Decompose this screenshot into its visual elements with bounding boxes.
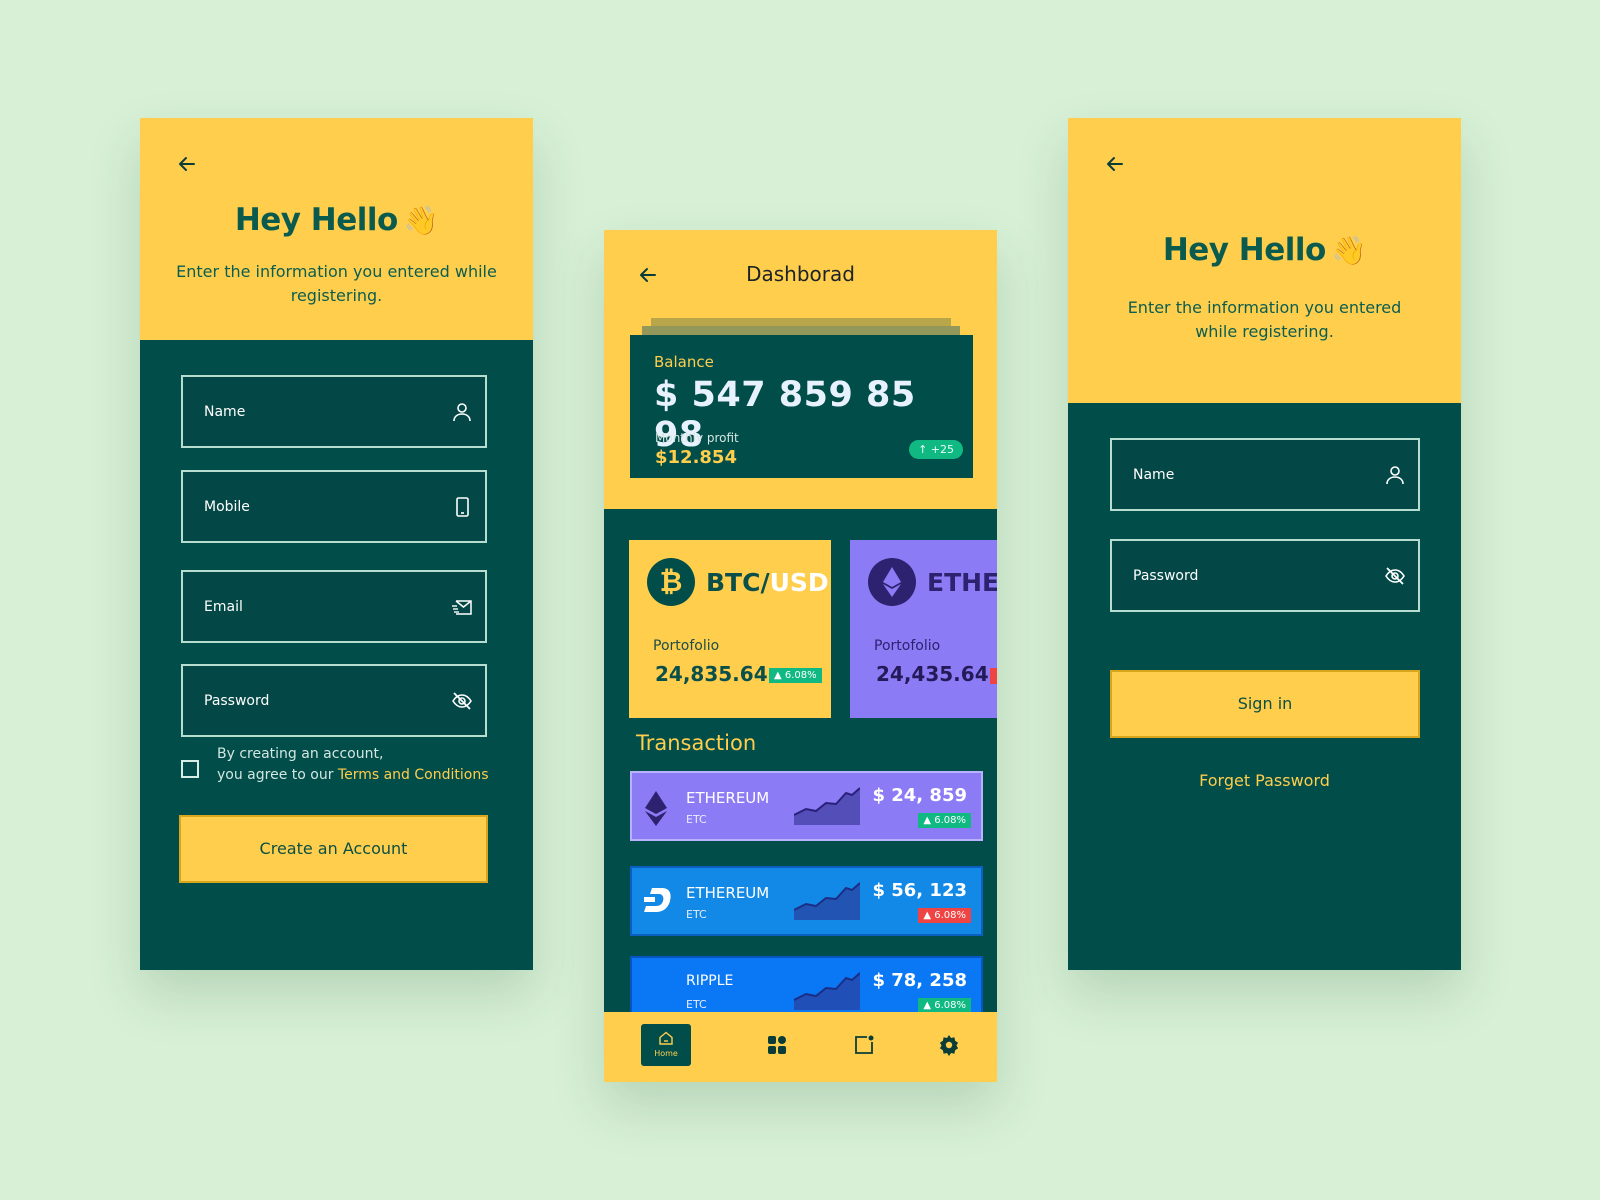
- balance-label: Balance: [654, 353, 714, 371]
- arrow-up-icon: ↑: [918, 443, 928, 456]
- coin-card-eth[interactable]: ETHER Portofolio 24,435.64: [850, 540, 997, 718]
- ethereum-icon: [642, 789, 670, 831]
- register-form: Name Mobile Email Password By creating a…: [140, 340, 533, 970]
- dashboard-body: ₿ BTC/USD Portofolio 24,835.64 ▲ 6.08% E…: [604, 509, 997, 1026]
- gear-icon: [938, 1034, 960, 1060]
- forgot-password-link[interactable]: Forget Password: [1068, 771, 1461, 790]
- sparkline-chart: [793, 785, 861, 829]
- nav-settings[interactable]: [925, 1024, 973, 1066]
- register-header: Hey Hello 👋 Enter the information you ent…: [140, 118, 533, 340]
- back-arrow-icon[interactable]: [176, 153, 198, 175]
- name-field[interactable]: Name: [1110, 438, 1420, 511]
- waving-hand-icon: 👋: [1331, 234, 1367, 267]
- phone-icon: [451, 496, 473, 518]
- email-field[interactable]: Email: [181, 570, 487, 643]
- name-field[interactable]: Name: [181, 375, 487, 448]
- coin-card-btc[interactable]: ₿ BTC/USD Portofolio 24,835.64 ▲ 6.08%: [629, 540, 831, 718]
- transaction-row[interactable]: ETHEREUM ETC $ 56, 123 ▲ 6.08%: [630, 866, 983, 936]
- coin-pair: ETHER: [927, 568, 997, 597]
- page-title: Dashborad: [746, 262, 855, 286]
- nav-apps[interactable]: [753, 1024, 801, 1066]
- bitcoin-icon: ₿: [647, 558, 695, 606]
- signin-form: Name Password Sign in Forget Password: [1068, 403, 1461, 970]
- page-title: Hey Hello 👋: [234, 202, 439, 238]
- profit-label: Monthly profit: [655, 431, 739, 445]
- eye-off-icon[interactable]: [1384, 565, 1406, 587]
- portfolio-change-badge: [990, 668, 997, 684]
- password-field[interactable]: Password: [1110, 539, 1420, 612]
- terms-checkbox[interactable]: [181, 760, 199, 778]
- portfolio-change-badge: ▲ 6.08%: [769, 668, 822, 683]
- profit-value: $12.854: [655, 447, 737, 468]
- portfolio-label: Portofolio: [653, 638, 720, 654]
- nav-notes[interactable]: [840, 1024, 888, 1066]
- sign-in-button[interactable]: Sign in: [1110, 670, 1420, 738]
- portfolio-value: 24,835.64: [655, 662, 768, 686]
- register-screen: Hey Hello 👋 Enter the information you ent…: [140, 118, 533, 970]
- dashboard-screen: Dashborad Balance $ 547 859 85 98 Monthl…: [604, 230, 997, 1082]
- profit-change-badge: ↑ +25: [909, 440, 963, 459]
- page-subtitle: Enter the information you entered while …: [1127, 298, 1402, 341]
- create-account-button[interactable]: Create an Account: [179, 815, 488, 883]
- signin-header: Hey Hello 👋 Enter the information you ent…: [1068, 118, 1461, 403]
- sparkline-chart: [793, 880, 861, 924]
- ethereum-icon: [868, 558, 916, 606]
- transaction-title: Transaction: [636, 731, 757, 755]
- dash-coin-icon: [642, 882, 674, 922]
- mobile-field[interactable]: Mobile: [181, 470, 487, 543]
- user-icon: [1384, 464, 1406, 486]
- nav-home[interactable]: Home: [641, 1024, 691, 1066]
- balance-card[interactable]: Balance $ 547 859 85 98 Monthly profit $…: [630, 335, 973, 478]
- bottom-nav: Home: [604, 1012, 997, 1082]
- waving-hand-icon: 👋: [403, 204, 439, 237]
- terms-link[interactable]: Terms and Conditions: [338, 767, 489, 783]
- portfolio-value: 24,435.64: [876, 662, 989, 686]
- note-icon: [854, 1035, 874, 1059]
- user-icon: [451, 401, 473, 423]
- password-field[interactable]: Password: [181, 664, 487, 737]
- mail-icon: [451, 596, 473, 618]
- portfolio-label: Portofolio: [874, 638, 941, 654]
- dashboard-header: Dashborad Balance $ 547 859 85 98 Monthl…: [604, 230, 997, 509]
- home-icon: [658, 1030, 674, 1050]
- eye-off-icon[interactable]: [451, 690, 473, 712]
- page-subtitle: Enter the information you entered while …: [176, 262, 497, 305]
- grid-icon: [767, 1035, 787, 1059]
- sparkline-chart: [793, 970, 861, 1014]
- signin-screen: Hey Hello 👋 Enter the information you ent…: [1068, 118, 1461, 970]
- terms-text: By creating an account, you agree to our…: [217, 746, 489, 783]
- transaction-row[interactable]: ETHEREUM ETC $ 24, 859 ▲ 6.08%: [630, 771, 983, 841]
- coin-pair: BTC/USD: [706, 568, 829, 597]
- page-title: Hey Hello 👋: [1162, 232, 1367, 268]
- back-arrow-icon[interactable]: [1104, 153, 1126, 175]
